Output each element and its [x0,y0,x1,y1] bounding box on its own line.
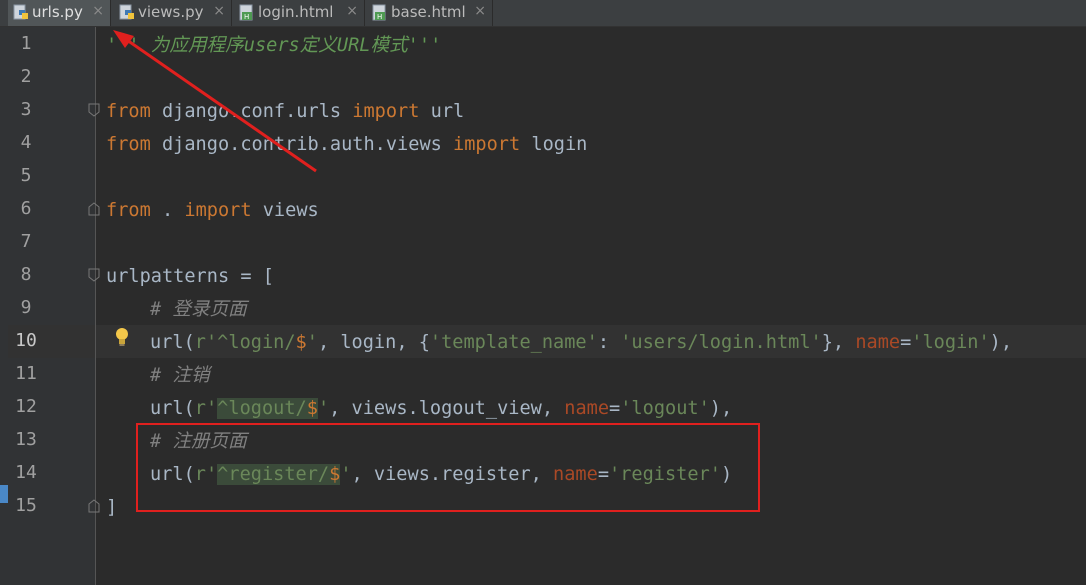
code-text: . [150,200,185,221]
code-text: login [520,134,588,155]
python-file-icon [13,4,28,20]
close-icon[interactable]: × [213,3,225,19]
line-number: 12 [15,396,37,417]
keyword: from [106,134,151,155]
fold-marker-icon[interactable] [88,202,100,216]
string: 'users/login.html' [620,332,822,353]
code-line-6[interactable]: from . import views [106,194,319,227]
code-text: , views.logout_view, [329,398,565,419]
code-line-3[interactable]: from django.conf.urls import url [106,95,464,128]
code-text: ), [709,398,733,419]
string: ' [317,398,330,419]
tab-label: urls.py [32,3,83,21]
line-number: 9 [20,297,32,318]
keyword: import [352,101,420,122]
string: login/ [228,332,296,353]
string: r' [194,332,218,353]
code-line-11[interactable]: # 注销 [150,359,210,392]
string: 'template_name' [429,332,598,353]
code-text: urlpatterns = [ [106,266,274,287]
string: logout/ [228,398,307,419]
keyword: import [453,134,521,155]
line-number: 14 [15,462,37,483]
comment: # 登录页面 [150,299,247,320]
keyword-argument: name [855,332,901,353]
code-text: ] [106,497,118,518]
code-text: url( [150,398,195,419]
string: 'logout' [620,398,710,419]
line-number: 13 [15,429,37,450]
code-line-4[interactable]: from django.contrib.auth.views import lo… [106,128,587,161]
keyword: from [106,101,151,122]
code-text: ), [989,332,1013,353]
line-number: 11 [15,363,37,384]
code-text: url [419,101,465,122]
html-file-icon: H [239,4,253,21]
docstring: ''' 为应用程序users定义URL模式''' [106,35,442,56]
keyword: from [106,200,151,221]
tab-base-html[interactable]: H base.html × [367,0,493,26]
code-line-1[interactable]: ''' 为应用程序users定义URL模式''' [106,29,441,62]
code-text: : [597,332,621,353]
line-number: 5 [20,165,32,186]
comment: # 注销 [150,365,210,386]
code-text: , login, { [317,332,430,353]
regex-anchor: $ [295,332,307,353]
line-number: 15 [15,495,37,516]
code-line-12[interactable]: url(r'^logout/$', views.logout_view, nam… [150,392,732,425]
keyword-argument: name [564,398,610,419]
fold-marker-icon[interactable] [88,499,100,513]
code-text: django.contrib.auth.views [150,134,454,155]
editor-tab-bar: urls.py × views.py × H login.html × H ba… [0,0,1086,27]
lightbulb-icon[interactable] [115,327,129,347]
fold-marker-icon[interactable] [88,268,100,282]
line-number: 6 [20,198,32,219]
code-text: views [251,200,319,221]
string: ^ [217,332,229,353]
line-number: 2 [20,66,32,87]
side-panel-marker[interactable] [0,485,8,503]
code-text: url( [150,332,195,353]
regex-anchor: $ [306,398,318,419]
code-line-8[interactable]: urlpatterns = [ [106,260,274,293]
code-line-15[interactable]: ] [106,491,117,524]
svg-text:H: H [244,13,249,21]
line-number: 3 [20,99,32,120]
string: 'login' [911,332,990,353]
code-text: = [609,398,621,419]
line-number: 1 [20,33,32,54]
line-number: 10 [15,330,37,351]
keyword: import [184,200,252,221]
python-file-icon [119,4,134,20]
code-line-9[interactable]: # 登录页面 [150,293,247,326]
string: r' [194,398,218,419]
tab-label: base.html [391,3,466,21]
tab-views-py[interactable]: views.py × [114,0,232,26]
line-number: 8 [20,264,32,285]
html-file-icon: H [372,4,386,21]
code-line-10[interactable]: url(r'^login/$', login, {'template_name'… [150,326,1012,359]
tab-urls-py[interactable]: urls.py × [8,0,111,26]
line-number: 7 [20,231,32,252]
string: ^ [217,398,229,419]
close-icon[interactable]: × [92,3,104,19]
close-icon[interactable]: × [346,3,358,19]
code-text: django.conf.urls [150,101,353,122]
annotation-highlight-box [136,423,760,512]
code-text: = [900,332,912,353]
fold-marker-icon[interactable] [88,103,100,117]
string: ' [306,332,318,353]
tab-login-html[interactable]: H login.html × [234,0,365,26]
line-number: 4 [20,132,32,153]
svg-text:H: H [377,13,382,21]
close-icon[interactable]: × [474,3,486,19]
tab-label: views.py [138,3,204,21]
tab-label: login.html [258,3,334,21]
code-text: }, [821,332,856,353]
